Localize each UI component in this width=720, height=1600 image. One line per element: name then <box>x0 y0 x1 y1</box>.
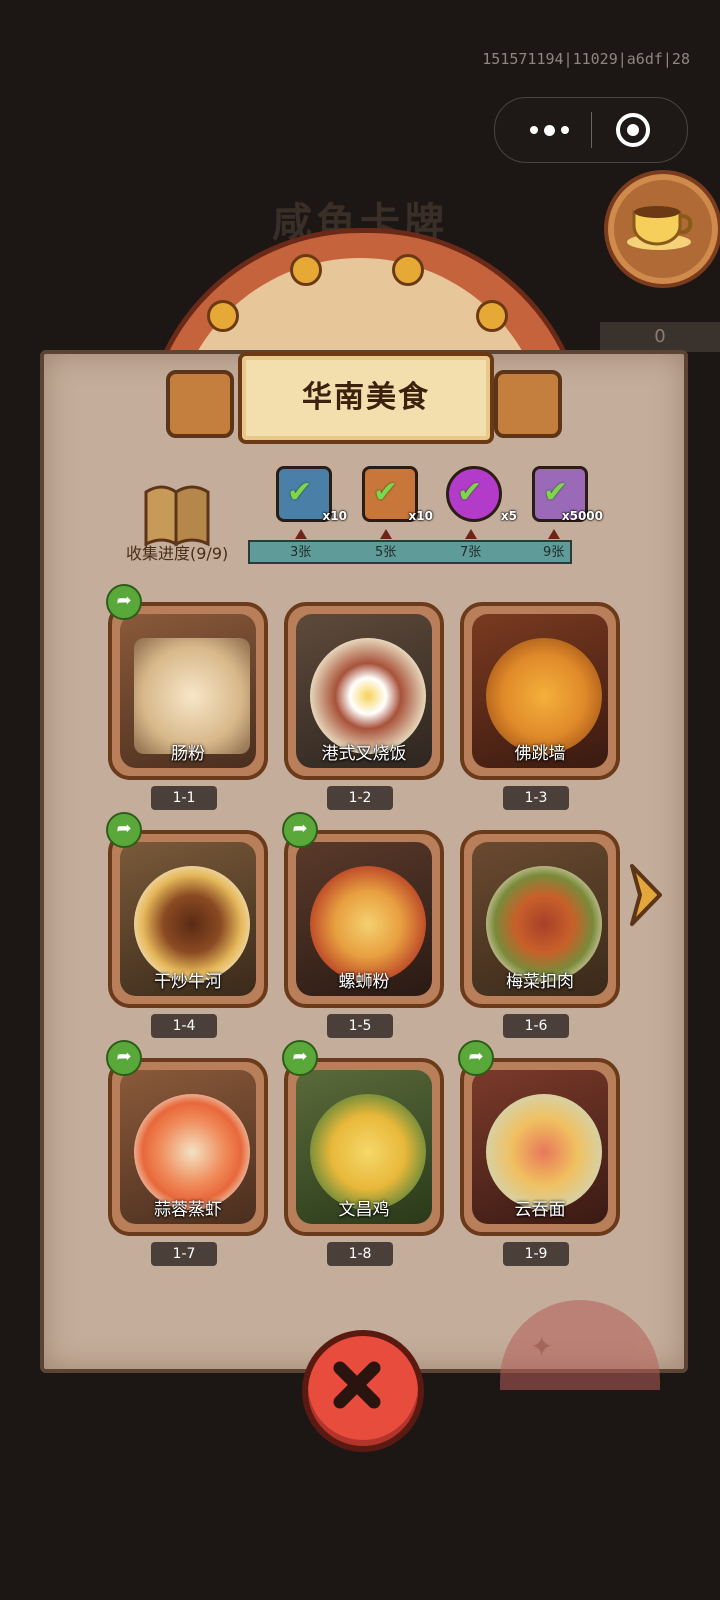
milestone-marker <box>465 529 477 539</box>
dish-image <box>310 638 426 754</box>
reward-quantity: x10 <box>408 509 433 523</box>
share-icon[interactable]: ➦ <box>106 1040 142 1076</box>
collection-progress-label: 收集进度(9/9) <box>126 544 229 563</box>
check-icon: ✔ <box>287 475 313 510</box>
dish-image <box>486 1094 602 1210</box>
milestone-label: 9张 <box>543 545 565 560</box>
close-miniprogram-button[interactable] <box>615 112 651 148</box>
card-number: 1-7 <box>151 1242 217 1266</box>
card-number: 1-2 <box>327 786 393 810</box>
food-card[interactable]: 佛跳墙 <box>460 602 620 780</box>
card-name: 文昌鸡 <box>338 1200 390 1220</box>
share-icon[interactable]: ➦ <box>458 1040 494 1076</box>
food-card[interactable]: 肠粉 <box>108 602 268 780</box>
panel-title: 华南美食 <box>302 380 430 415</box>
next-page-arrow-icon[interactable] <box>626 860 666 930</box>
collection-book-icon <box>144 485 210 547</box>
milestone-label: 7张 <box>460 545 482 560</box>
dish-image <box>134 1094 250 1210</box>
food-card[interactable]: 港式叉烧饭 <box>284 602 444 780</box>
milestone-reward-2[interactable]: ✔ x10 <box>362 466 433 523</box>
food-card[interactable]: 干炒牛河 <box>108 830 268 1008</box>
card-name: 港式叉烧饭 <box>321 744 407 764</box>
capsule-divider <box>591 112 592 148</box>
card-number: 1-1 <box>151 786 217 810</box>
dot-icon <box>529 126 538 134</box>
ribbon-roll-right <box>494 370 562 438</box>
card-number: 1-9 <box>503 1242 569 1266</box>
stud-ornament <box>476 300 508 332</box>
stud-ornament <box>207 300 239 332</box>
reward-quantity: x10 <box>322 509 347 523</box>
card-name: 螺蛳粉 <box>338 972 390 992</box>
milestone-reward-1[interactable]: ✔ x10 <box>276 466 347 523</box>
milestone-label: 5张 <box>375 545 397 560</box>
milestone-marker <box>548 529 560 539</box>
card-number: 1-8 <box>327 1242 393 1266</box>
dish-image <box>134 638 250 754</box>
close-icon <box>333 1361 381 1409</box>
side-counter: 0 <box>600 322 720 352</box>
card-number: 1-4 <box>151 1014 217 1038</box>
milestone-reward-4[interactable]: ✔ x5000 <box>532 466 603 523</box>
milestone-marker <box>295 529 307 539</box>
coffee-cup-icon <box>627 206 693 250</box>
dot-icon <box>543 124 555 136</box>
dish-image <box>310 1094 426 1210</box>
stud-ornament <box>290 254 322 286</box>
check-icon: ✔ <box>457 475 483 510</box>
dot-icon <box>560 126 569 134</box>
food-card[interactable]: 云吞面 <box>460 1058 620 1236</box>
card-number: 1-3 <box>503 786 569 810</box>
stud-ornament <box>392 254 424 286</box>
milestone-reward-3[interactable]: ✔ x5 <box>446 466 517 523</box>
share-icon[interactable]: ➦ <box>282 812 318 848</box>
milestone-marker <box>380 529 392 539</box>
dish-image <box>134 866 250 982</box>
more-menu-button[interactable] <box>519 112 579 148</box>
ribbon-roll-left <box>166 370 234 438</box>
card-name: 干炒牛河 <box>154 972 222 992</box>
card-name: 肠粉 <box>171 744 205 764</box>
card-name: 梅菜扣肉 <box>506 972 574 992</box>
dish-image <box>486 866 602 982</box>
miniprogram-capsule <box>494 97 688 163</box>
close-button[interactable] <box>302 1330 424 1452</box>
debug-info: 151571194|11029|a6df|28 <box>482 50 690 68</box>
food-card[interactable]: 蒜蓉蒸虾 <box>108 1058 268 1236</box>
check-icon: ✔ <box>543 475 569 510</box>
coffee-button[interactable] <box>604 170 720 288</box>
card-number: 1-5 <box>327 1014 393 1038</box>
check-icon: ✔ <box>373 475 399 510</box>
reward-quantity: x5 <box>500 509 517 523</box>
share-icon[interactable]: ➦ <box>106 584 142 620</box>
dish-image <box>486 638 602 754</box>
card-number: 1-6 <box>503 1014 569 1038</box>
seal-mark: ✦ <box>530 1330 554 1363</box>
card-name: 云吞面 <box>514 1200 566 1220</box>
card-name: 蒜蓉蒸虾 <box>154 1200 222 1220</box>
card-name: 佛跳墙 <box>514 744 566 764</box>
milestone-label: 3张 <box>290 545 312 560</box>
food-card[interactable]: 螺蛳粉 <box>284 830 444 1008</box>
share-icon[interactable]: ➦ <box>282 1040 318 1076</box>
share-icon[interactable]: ➦ <box>106 812 142 848</box>
dish-image <box>310 866 426 982</box>
food-card[interactable]: 文昌鸡 <box>284 1058 444 1236</box>
food-card[interactable]: 梅菜扣肉 <box>460 830 620 1008</box>
reward-quantity: x5000 <box>561 509 603 523</box>
